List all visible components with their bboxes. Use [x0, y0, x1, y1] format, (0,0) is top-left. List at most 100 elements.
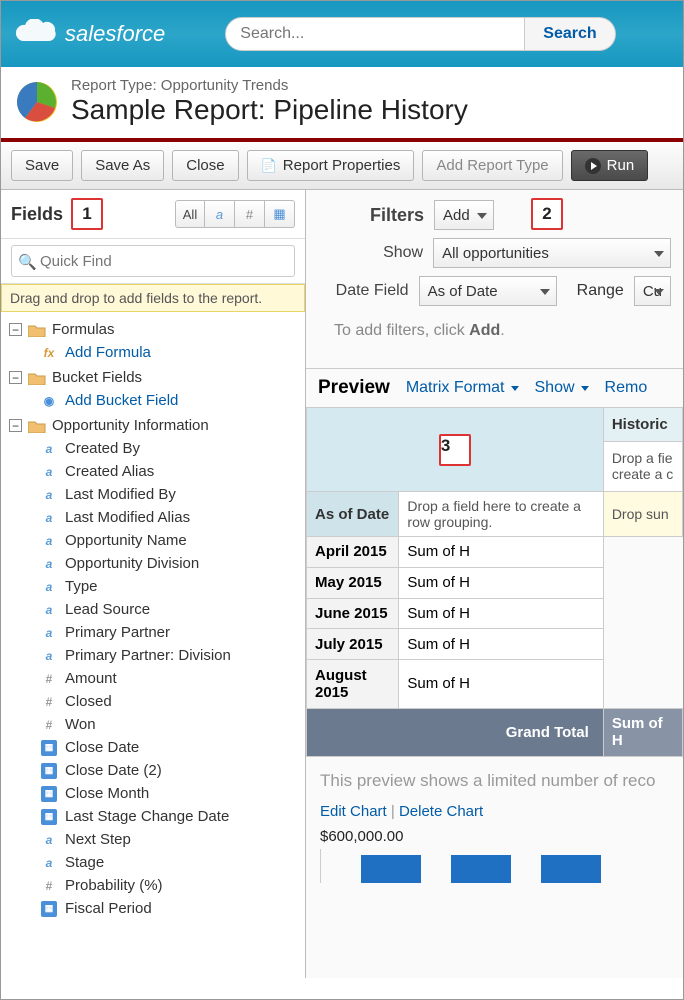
sum-cell: Sum of H [399, 629, 603, 660]
field-item[interactable]: aOpportunity Name [41, 529, 305, 552]
drag-drop-hint: Drag and drop to add fields to the repor… [1, 284, 305, 312]
field-item[interactable]: aPrimary Partner [41, 621, 305, 644]
chart-bar [361, 855, 421, 883]
field-item[interactable]: aLast Modified By [41, 483, 305, 506]
field-label: Last Modified By [65, 486, 176, 503]
date-row-label: July 2015 [307, 629, 399, 660]
show-select[interactable]: All opportunities [433, 238, 671, 268]
field-item[interactable]: aLast Modified Alias [41, 506, 305, 529]
field-item[interactable]: ▦Close Date [41, 736, 305, 759]
field-item[interactable]: #Amount [41, 667, 305, 690]
show-menu[interactable]: Show [535, 379, 589, 397]
preview-note: This preview shows a limited number of r… [306, 751, 683, 803]
chart-preview: $600,000.00 [306, 828, 683, 883]
remove-columns-link[interactable]: Remo [605, 379, 648, 397]
filters-section: Filters Add 2 Show All opportunities Dat… [306, 190, 683, 368]
text-field-icon: a [41, 464, 57, 480]
text-field-icon: a [41, 648, 57, 664]
date-field-icon: ▦ [41, 901, 57, 917]
chart-y-label: $600,000.00 [320, 828, 669, 845]
summary-drop-zone[interactable]: Drop sun [603, 492, 682, 537]
field-item[interactable]: ▦ Fiscal Period [41, 897, 305, 920]
report-title-bar: Report Type: Opportunity Trends Sample R… [1, 67, 683, 142]
row-header-as-of-date: As of Date [307, 492, 399, 537]
tree-section-opportunity-information[interactable]: −Opportunity Information [5, 414, 305, 437]
field-item[interactable]: aNext Step [41, 828, 305, 851]
report-icon [15, 80, 59, 124]
field-item[interactable]: ▦Close Month [41, 782, 305, 805]
text-field-icon: a [41, 556, 57, 572]
field-item[interactable]: fx Add Formula [41, 341, 305, 364]
bucket-icon: ◉ [41, 393, 57, 409]
save-button[interactable]: Save [11, 150, 73, 181]
date-field-label: Date Field [334, 282, 409, 300]
field-label[interactable]: Add Bucket Field [65, 392, 178, 409]
filter-number-button[interactable]: # [235, 200, 265, 228]
save-as-button[interactable]: Save As [81, 150, 164, 181]
field-label: Close Date [65, 739, 139, 756]
filter-date-button[interactable]: ▦ [265, 200, 295, 228]
fields-tree[interactable]: −Formulas fx Add Formula −Bucket Fields ◉ Add… [1, 312, 305, 978]
edit-chart-link[interactable]: Edit Chart [320, 803, 387, 820]
row-drop-zone[interactable]: Drop a field here to create a row groupi… [399, 492, 603, 537]
field-label: Created By [65, 440, 140, 457]
fields-pane: Fields 1 All a # ▦ 🔍 Drag and drop to ad… [1, 190, 306, 978]
format-menu[interactable]: Matrix Format [406, 379, 519, 397]
filter-all-button[interactable]: All [175, 200, 205, 228]
run-button[interactable]: Run [571, 150, 649, 181]
field-label: Lead Source [65, 601, 150, 618]
logo-text: salesforce [65, 21, 165, 47]
field-label: Fiscal Period [65, 900, 152, 917]
range-select[interactable]: Cu [634, 276, 671, 306]
callout-1: 1 [71, 198, 103, 230]
text-field-icon: a [41, 855, 57, 871]
field-label[interactable]: Add Formula [65, 344, 151, 361]
collapse-icon: − [9, 419, 22, 432]
field-label: Probability (%) [65, 877, 163, 894]
folder-icon [28, 419, 46, 433]
field-label: Created Alias [65, 463, 154, 480]
sum-cell: Sum of H [399, 537, 603, 568]
field-item[interactable]: aLead Source [41, 598, 305, 621]
field-item[interactable]: aType [41, 575, 305, 598]
filter-hint: To add filters, click Add. [334, 314, 671, 360]
field-item[interactable]: ▦Close Date (2) [41, 759, 305, 782]
filters-heading: Filters [370, 205, 424, 225]
toolbar: Save Save As Close 📄 Report Properties A… [1, 142, 683, 190]
field-label: Type [65, 578, 98, 595]
preview-matrix: 3 Historic Drop a fie create a c As of D… [306, 407, 683, 751]
date-field-icon: ▦ [41, 809, 57, 825]
play-icon [585, 158, 601, 174]
field-item[interactable]: a Created Alias [41, 460, 305, 483]
tree-section-bucket-fields[interactable]: −Bucket Fields [5, 366, 305, 389]
text-field-icon: a [41, 625, 57, 641]
field-item[interactable]: ▦Last Stage Change Date [41, 805, 305, 828]
add-filter-button[interactable]: Add [434, 200, 494, 230]
field-label: Opportunity Division [65, 555, 199, 572]
date-row-label: April 2015 [307, 537, 399, 568]
field-item[interactable]: aCreated By [41, 437, 305, 460]
field-item[interactable]: aPrimary Partner: Division [41, 644, 305, 667]
add-report-type-button[interactable]: Add Report Type [422, 150, 562, 181]
field-item[interactable]: aStage [41, 851, 305, 874]
chart-links: Edit Chart | Delete Chart [306, 803, 683, 828]
search-button[interactable]: Search [525, 17, 615, 51]
col-drop-zone[interactable]: Drop a fie create a c [603, 441, 682, 491]
report-properties-button[interactable]: 📄 Report Properties [247, 150, 415, 181]
delete-chart-link[interactable]: Delete Chart [399, 803, 483, 820]
formula-icon: fx [41, 345, 57, 361]
filter-text-button[interactable]: a [205, 200, 235, 228]
field-item[interactable]: a Opportunity Division [41, 552, 305, 575]
field-item[interactable]: #Won [41, 713, 305, 736]
field-item[interactable]: #Closed [41, 690, 305, 713]
tree-section-formulas[interactable]: −Formulas [5, 318, 305, 341]
close-button[interactable]: Close [172, 150, 238, 181]
search-input[interactable] [225, 17, 525, 51]
date-field-select[interactable]: As of Date [419, 276, 557, 306]
show-label: Show [334, 244, 423, 262]
properties-icon: 📄 [261, 158, 277, 174]
quick-find-input[interactable] [11, 245, 295, 277]
date-row-label: August 2015 [307, 660, 399, 708]
field-item[interactable]: ◉ Add Bucket Field [41, 389, 305, 412]
field-item[interactable]: #Probability (%) [41, 874, 305, 897]
